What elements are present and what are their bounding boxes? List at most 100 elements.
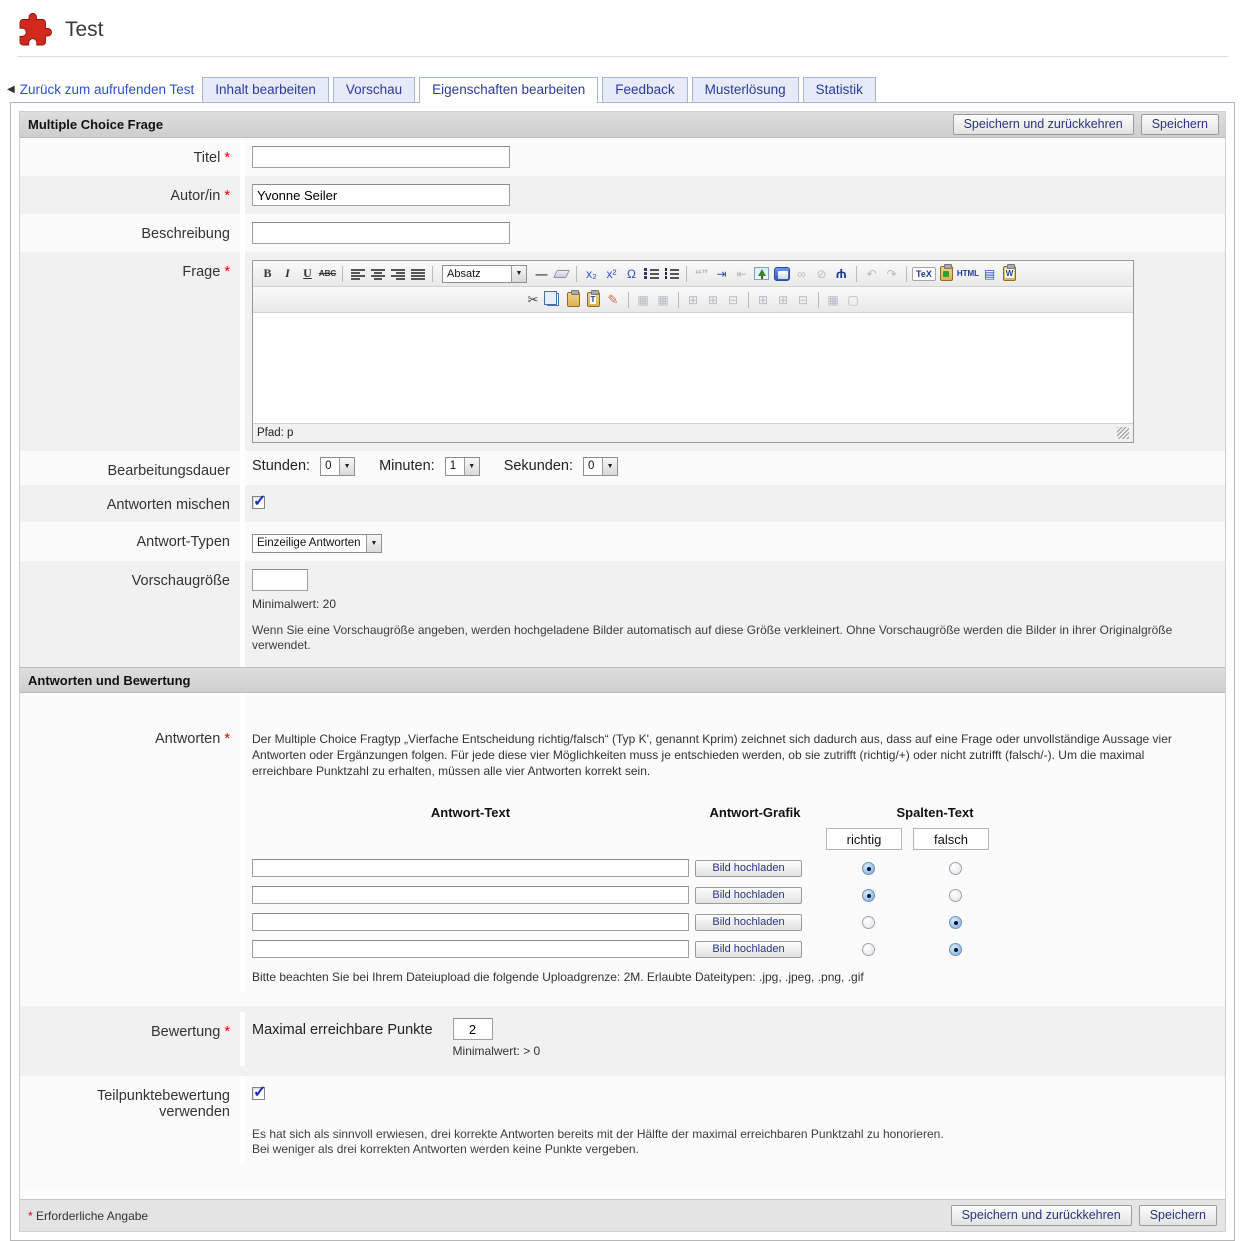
answer-3-input[interactable] xyxy=(252,913,689,931)
format-select-arrow-icon: ▼ xyxy=(511,266,526,282)
mischen-checkbox[interactable] xyxy=(252,496,265,509)
bullet-list-icon[interactable] xyxy=(642,264,661,283)
answer-4-input[interactable] xyxy=(252,940,689,958)
html-source-icon[interactable]: HTML xyxy=(957,264,979,283)
answer-3-falsch-radio[interactable] xyxy=(949,916,962,929)
align-right-icon[interactable] xyxy=(388,264,407,283)
insert-media-icon[interactable] xyxy=(772,264,791,283)
align-left-icon[interactable] xyxy=(348,264,367,283)
align-justify-icon[interactable] xyxy=(408,264,427,283)
tab-vorschau[interactable]: Vorschau xyxy=(333,77,415,102)
row-delete-icon[interactable]: ⊟ xyxy=(794,290,813,309)
tab-inhalt-bearbeiten[interactable]: Inhalt bearbeiten xyxy=(202,77,329,102)
indent-icon[interactable]: ⇥ xyxy=(712,264,731,283)
tab-statistik[interactable]: Statistik xyxy=(803,77,876,102)
table-properties-icon[interactable]: ▦ xyxy=(654,290,673,309)
save-return-button-bottom[interactable]: Speichern und zurückkehren xyxy=(951,1205,1132,1226)
back-arrow-icon: ◀ xyxy=(7,84,15,95)
remove-format-icon[interactable] xyxy=(552,264,571,283)
answer-3-richtig-radio[interactable] xyxy=(862,916,875,929)
answer-4-upload-button[interactable]: Bild hochladen xyxy=(695,941,802,958)
answer-row-4: Bild hochladen xyxy=(252,940,1215,958)
back-to-test-link[interactable]: ◀ Zurück zum aufrufenden Test xyxy=(5,82,202,102)
save-return-button-top[interactable]: Speichern und zurückkehren xyxy=(953,114,1134,135)
beschreibung-input[interactable] xyxy=(252,222,510,244)
cut-icon[interactable]: ✂ xyxy=(524,290,543,309)
charmap-icon[interactable]: Ω xyxy=(622,264,641,283)
vorschaugroesse-input[interactable] xyxy=(252,569,308,591)
paste-from-word-icon[interactable]: W xyxy=(1000,264,1019,283)
minuten-select[interactable]: 1 ▼ xyxy=(445,457,480,476)
edit-html-icon[interactable]: ✎ xyxy=(604,290,623,309)
answer-1-falsch-radio[interactable] xyxy=(949,862,962,875)
answer-4-falsch-radio[interactable] xyxy=(949,943,962,956)
antwort-typen-select[interactable]: Einzeilige Antworten ▼ xyxy=(252,534,382,553)
upload-note: Bitte beachten Sie bei Ihrem Dateiupload… xyxy=(252,970,1215,984)
superscript-icon[interactable]: x² xyxy=(602,264,621,283)
save-button-bottom[interactable]: Speichern xyxy=(1139,1205,1217,1226)
row-insert-before-icon[interactable]: ⊞ xyxy=(754,290,773,309)
editor-content-area[interactable] xyxy=(253,313,1133,423)
redo-icon[interactable]: ↷ xyxy=(882,264,901,283)
blockquote-icon[interactable]: “” xyxy=(692,264,711,283)
answer-4-richtig-radio[interactable] xyxy=(862,943,875,956)
row-teilpunkte: Teilpunktebewertung verwenden Es hat sic… xyxy=(20,1076,1225,1191)
resize-grip[interactable] xyxy=(1117,427,1129,439)
tab-eigenschaften-bearbeiten[interactable]: Eigenschaften bearbeiten xyxy=(419,77,598,103)
tab-musterloesung[interactable]: Musterlösung xyxy=(692,77,799,102)
bold-icon[interactable]: B xyxy=(258,264,277,283)
insert-table-icon[interactable]: ▦ xyxy=(634,290,653,309)
paste-latex-icon[interactable] xyxy=(937,264,956,283)
sekunden-select[interactable]: 0 ▼ xyxy=(583,457,618,476)
merge-cells-icon[interactable]: ▦ xyxy=(824,290,843,309)
col-delete-icon[interactable]: ⊟ xyxy=(724,290,743,309)
format-select[interactable]: Absatz ▼ xyxy=(442,265,527,283)
answer-3-upload-button[interactable]: Bild hochladen xyxy=(695,914,802,931)
anchor-icon[interactable]: Ψ xyxy=(832,264,851,283)
col-insert-before-icon[interactable]: ⊞ xyxy=(684,290,703,309)
answer-1-richtig-radio[interactable] xyxy=(862,862,875,875)
preview-icon[interactable]: ▤ xyxy=(980,264,999,283)
tab-feedback[interactable]: Feedback xyxy=(602,77,687,102)
numbered-list-icon[interactable] xyxy=(662,264,681,283)
answer-2-falsch-radio[interactable] xyxy=(949,889,962,902)
copy-icon[interactable] xyxy=(544,290,563,309)
link-icon[interactable]: ∞ xyxy=(792,264,811,283)
required-asterisk: * xyxy=(224,264,230,280)
insert-image-icon[interactable] xyxy=(752,264,771,283)
tex-button[interactable]: TeX xyxy=(912,264,936,283)
outdent-icon[interactable]: ⇤ xyxy=(732,264,751,283)
answer-2-input[interactable] xyxy=(252,886,689,904)
answer-1-input[interactable] xyxy=(252,859,689,877)
undo-icon[interactable]: ↶ xyxy=(862,264,881,283)
split-cells-icon[interactable]: ▢ xyxy=(844,290,863,309)
titel-input[interactable] xyxy=(252,146,510,168)
minuten-label: Minuten: xyxy=(379,458,435,474)
autor-input[interactable] xyxy=(252,184,510,206)
stunden-select[interactable]: 0 ▼ xyxy=(320,457,355,476)
paste-icon[interactable] xyxy=(564,290,583,309)
underline-icon[interactable]: U xyxy=(298,264,317,283)
answer-2-upload-button[interactable]: Bild hochladen xyxy=(695,887,802,904)
row-insert-after-icon[interactable]: ⊞ xyxy=(774,290,793,309)
row-titel: Titel * xyxy=(20,138,1225,176)
bewertung-label: Bewertung xyxy=(151,1024,220,1040)
answer-1-upload-button[interactable]: Bild hochladen xyxy=(695,860,802,877)
horizontal-rule-icon[interactable]: — xyxy=(532,264,551,283)
subscript-icon[interactable]: x₂ xyxy=(582,264,601,283)
answer-2-richtig-radio[interactable] xyxy=(862,889,875,902)
row-antworten: Antworten * Der Multiple Choice Fragtyp … xyxy=(20,693,1225,1006)
italic-icon[interactable]: I xyxy=(278,264,297,283)
punkte-input[interactable] xyxy=(453,1018,493,1040)
unlink-icon[interactable]: ⊘ xyxy=(812,264,831,283)
paste-as-text-icon[interactable]: T xyxy=(584,290,603,309)
align-center-icon[interactable] xyxy=(368,264,387,283)
teilpunkte-checkbox[interactable] xyxy=(252,1087,265,1100)
required-asterisk: * xyxy=(224,731,230,747)
autor-label: Autor/in xyxy=(170,188,220,204)
col-insert-after-icon[interactable]: ⊞ xyxy=(704,290,723,309)
save-button-top[interactable]: Speichern xyxy=(1141,114,1219,135)
strikethrough-icon[interactable]: ABC xyxy=(318,264,337,283)
row-beschreibung: Beschreibung xyxy=(20,214,1225,252)
editor-path: Pfad: p xyxy=(257,427,293,439)
